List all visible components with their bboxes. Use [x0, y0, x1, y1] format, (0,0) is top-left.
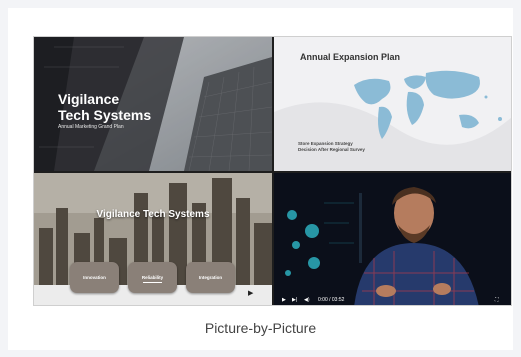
play-icon[interactable]: ▶ [282, 297, 286, 303]
pill-integration[interactable]: Integration [186, 262, 235, 293]
cursor-icon: ▶ [248, 290, 254, 297]
expansion-title: Annual Expansion Plan [300, 52, 401, 62]
video-pane[interactable]: ▶ ▶| ◀) 0:00 / 03:52 ⛶ [274, 173, 511, 305]
cover-subtitle: Annual Marketing Grand Plan [58, 124, 124, 130]
expansion-caption: Store Expansion Strategy Decision After … [298, 141, 365, 152]
city-slide-pane[interactable]: Vigilance Tech Systems Innovation Reliab… [34, 173, 272, 305]
fullscreen-icon[interactable]: ⛶ [495, 297, 499, 303]
volume-icon[interactable]: ◀) [304, 297, 310, 303]
picture-by-picture-frame: Vigilance Tech Systems Annual Marketing … [33, 36, 512, 306]
figure-caption: Picture-by-Picture [204, 320, 317, 336]
expansion-slide-pane[interactable]: Annual Expansion Plan Store Expansion St… [274, 37, 511, 171]
cover-title: Vigilance Tech Systems [58, 91, 152, 123]
city-title: Vigilance Tech Systems [96, 209, 210, 220]
pill-reliability[interactable]: Reliability [128, 262, 177, 293]
video-time: 0:00 / 03:52 [318, 297, 345, 303]
pill-innovation[interactable]: Innovation [70, 262, 119, 293]
video-controls: ▶ ▶| ◀) 0:00 / 03:52 ⛶ [274, 293, 511, 305]
skip-next-icon[interactable]: ▶| [292, 297, 297, 303]
presenter-video-frame [274, 173, 511, 305]
cover-slide-pane[interactable]: Vigilance Tech Systems Annual Marketing … [34, 37, 272, 171]
